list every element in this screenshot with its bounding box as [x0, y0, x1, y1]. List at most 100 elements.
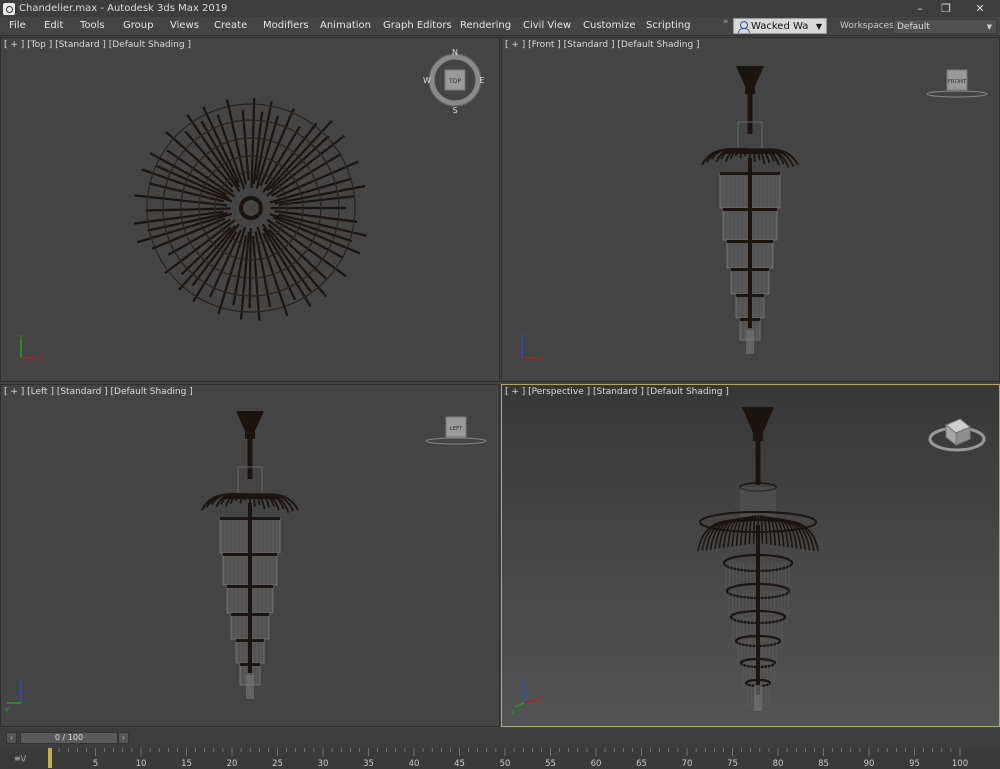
close-button[interactable]: ✕ [964, 0, 996, 17]
current-frame-marker [48, 748, 52, 768]
menu-edit[interactable]: Edit [44, 20, 63, 31]
bottom-drop [746, 330, 754, 354]
central-rod [248, 503, 252, 673]
axis-y-label: y [511, 707, 515, 715]
menu-customize[interactable]: Customize [583, 20, 636, 31]
menu-graph-editors[interactable]: Graph Editors [383, 20, 452, 31]
frond-ring [724, 150, 776, 154]
tick-label: 5 [93, 759, 98, 769]
tick-label: 40 [409, 759, 420, 769]
left-view-canvas: LEFT z y [5, 411, 487, 713]
app-icon[interactable] [3, 2, 15, 15]
chain [247, 439, 253, 479]
axis-tripod: z x [520, 333, 544, 362]
axis-y-label: y [19, 333, 23, 341]
axis-tripod: y x [19, 333, 43, 362]
chandelier-perspective-view [697, 407, 819, 711]
axis-tripod: z x y [511, 678, 544, 715]
chain [747, 94, 753, 134]
chandelier-top-view [133, 98, 367, 321]
tick-label: 100 [952, 759, 968, 769]
tick-label: 20 [227, 759, 238, 769]
tick-label: 50 [500, 759, 511, 769]
spike [256, 226, 289, 317]
filter-icon[interactable]: ≡\/ [14, 754, 26, 763]
chain [755, 441, 761, 485]
account-name: Wacked Wa [751, 20, 809, 32]
axis-tripod: z y [5, 678, 23, 713]
hub [239, 196, 263, 220]
tick-label: 35 [363, 759, 374, 769]
tick-label: 55 [545, 759, 556, 769]
compass-s: S [452, 106, 457, 115]
next-frame-button[interactable]: › [118, 732, 129, 744]
menu-animation[interactable]: Animation [320, 20, 371, 31]
menu-file[interactable]: File [9, 20, 26, 31]
spike [146, 207, 232, 212]
tick-label: 65 [636, 759, 647, 769]
viewcube-label: TOP [448, 78, 461, 85]
spike [149, 152, 227, 196]
menu-civil-view[interactable]: Civil View [523, 20, 571, 31]
workspace-select[interactable]: Default ▼ [893, 19, 997, 34]
time-slider[interactable]: 0 / 100 [20, 732, 118, 744]
menu-tools[interactable]: Tools [80, 20, 105, 31]
tick-label: 60 [591, 759, 602, 769]
tick-label: 95 [909, 759, 920, 769]
front-view-canvas: FRONT z x [520, 66, 988, 362]
menu-overflow-icon[interactable]: » [723, 17, 731, 36]
tick-label: 45 [454, 759, 465, 769]
tick-label: 75 [727, 759, 738, 769]
axis-z-label: z [520, 333, 524, 341]
viewport-front[interactable]: FRONT z x [ + ] [Front ] [Standard ] [De… [501, 37, 1000, 382]
account-dropdown[interactable]: Wacked Wa ▼ [733, 18, 827, 34]
track-ruler[interactable]: 5 10 15 20 25 30 35 40 45 50 55 60 65 70 75 80 85 90 95 100 [46, 748, 1000, 769]
viewport-label-front[interactable]: [ + ] [Front ] [Standard ] [Default Shad… [505, 40, 700, 50]
spike [262, 122, 318, 193]
viewcube: LEFT [425, 416, 487, 445]
chevron-down-icon: ▼ [815, 21, 822, 31]
chandelier-left-view [201, 411, 299, 699]
maximize-button[interactable]: ❐ [930, 0, 962, 17]
perspective-view-canvas: z x y [511, 407, 986, 715]
prev-frame-button[interactable]: ‹ [6, 732, 17, 744]
axis-z-label: z [522, 678, 526, 686]
tick-label: 70 [682, 759, 693, 769]
compass-w: W [423, 76, 431, 85]
menu-rendering[interactable]: Rendering [460, 20, 511, 31]
menu-scripting[interactable]: Scripting [646, 20, 690, 31]
title-bar: Chandelier.max - Autodesk 3ds Max 2019 –… [0, 0, 1000, 17]
track-bar[interactable]: ≡\/ 5 10 15 20 25 30 35 40 45 50 55 60 65 70 75 80 85 90 9… [0, 748, 1000, 769]
menu-views[interactable]: Views [170, 20, 199, 31]
viewport-label-perspective[interactable]: [ + ] [Perspective ] [Standard ] [Defaul… [505, 387, 729, 397]
ceiling-cup [742, 407, 774, 441]
ceiling-cup [736, 66, 764, 94]
viewcube: FRONT [926, 69, 988, 98]
menu-create[interactable]: Create [214, 20, 247, 31]
bottom-drop [754, 685, 762, 711]
tick-label: 10 [136, 759, 147, 769]
menu-group[interactable]: Group [123, 20, 153, 31]
time-slider-bar: ‹ 0 / 100 › [0, 728, 1000, 748]
tick-label: 15 [181, 759, 192, 769]
viewcube-compass: TOP N S W E [423, 48, 484, 115]
frond-ring [224, 495, 276, 499]
central-rod [756, 525, 760, 695]
viewport-label-left[interactable]: [ + ] [Left ] [Standard ] [Default Shadi… [4, 387, 193, 397]
axis-x-label: x [540, 694, 544, 702]
menu-modifiers[interactable]: Modifiers [263, 20, 309, 31]
top-view-canvas: TOP N S W E y x [19, 48, 485, 362]
tick-label: 80 [773, 759, 784, 769]
user-icon [738, 20, 750, 33]
central-rod [748, 158, 752, 328]
viewport-left[interactable]: LEFT z y [ + ] [Left ] [Standard ] [Defa… [0, 384, 500, 727]
workspaces-label: Workspaces: [840, 21, 897, 31]
axis-z-label: z [19, 678, 23, 686]
viewcube-label: LEFT [450, 426, 464, 432]
viewport-label-top[interactable]: [ + ] [Top ] [Standard ] [Default Shadin… [4, 40, 191, 50]
viewport-perspective[interactable]: z x y [ + ] [Perspective ] [Standard ] [… [501, 384, 1000, 727]
bottom-drop [246, 675, 254, 699]
viewport-top[interactable]: TOP N S W E y x [ + ] [Top ] [Standard ]… [0, 37, 500, 382]
workspace-value: Default [897, 21, 930, 32]
tick-label: 85 [818, 759, 829, 769]
